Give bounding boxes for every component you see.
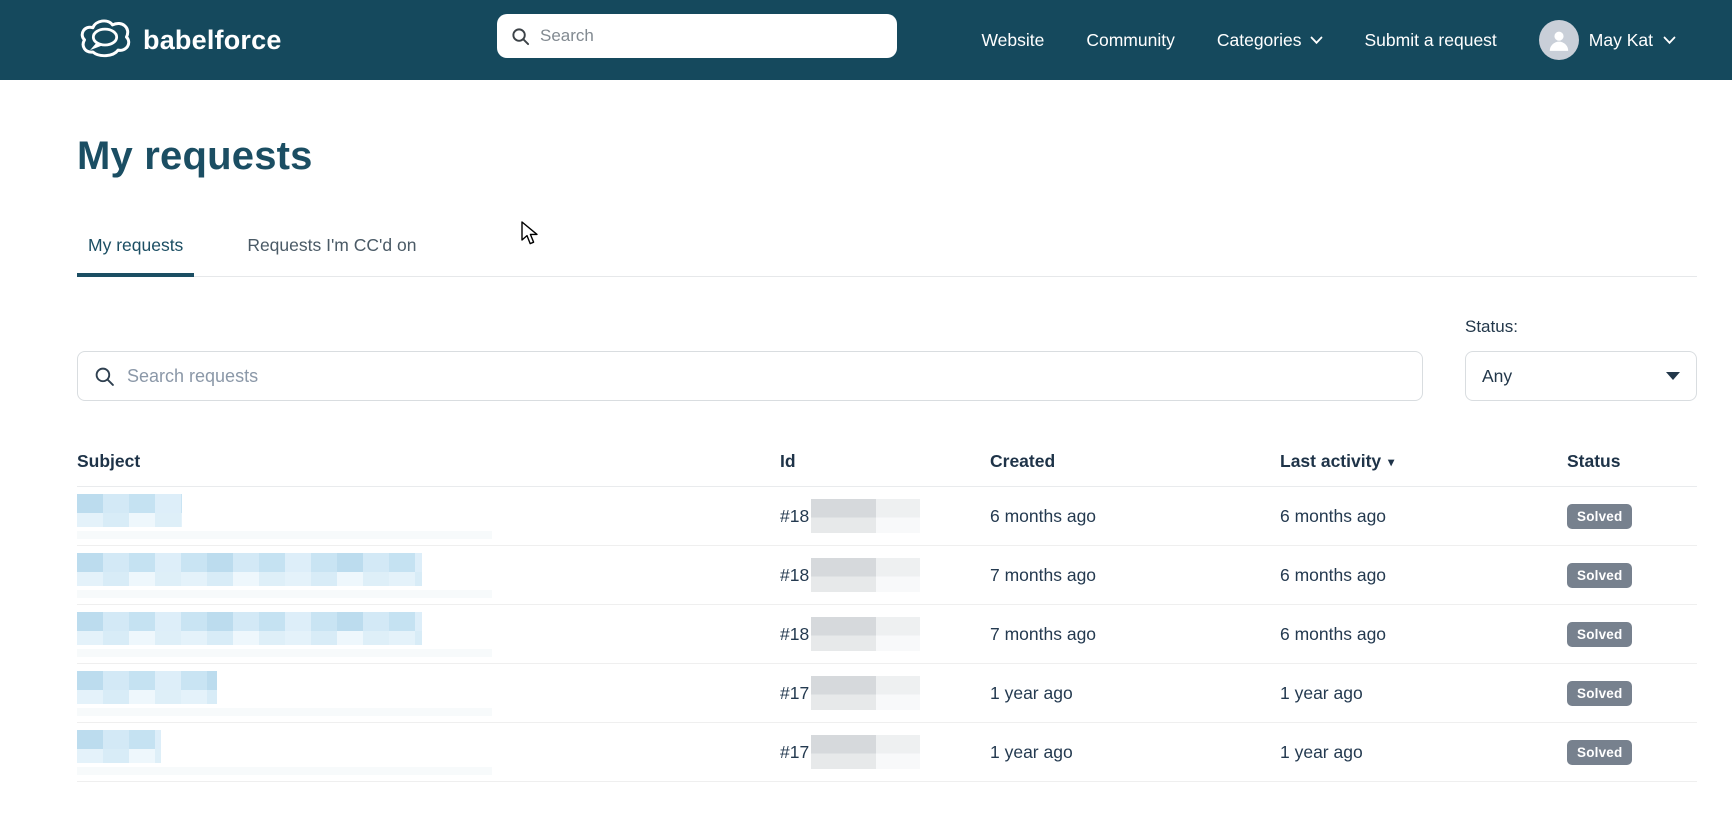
- last-activity-value: 6 months ago: [1280, 564, 1387, 585]
- status-badge: Solved: [1567, 680, 1633, 706]
- request-id: #18: [780, 558, 990, 592]
- search-requests-input[interactable]: [127, 365, 1406, 387]
- status-badge: Solved: [1567, 503, 1633, 529]
- status-filter-label: Status:: [1465, 317, 1518, 336]
- column-header-subject[interactable]: Subject: [77, 451, 780, 472]
- status-cell: Solved: [1567, 621, 1697, 647]
- column-header-status[interactable]: Status: [1567, 451, 1697, 472]
- nav-link-categories[interactable]: Categories: [1217, 30, 1323, 51]
- column-header-last-activity[interactable]: Last activity ▾: [1280, 451, 1567, 472]
- navbar-search-input[interactable]: [540, 26, 883, 46]
- brand-name: babelforce: [143, 24, 282, 55]
- status-cell: Solved: [1567, 562, 1697, 588]
- id-redacted: [811, 676, 877, 710]
- subject-redacted: [77, 670, 780, 716]
- created-value: 1 year ago: [990, 682, 1073, 703]
- tab-bar: My requests Requests I'm CC'd on: [77, 235, 1697, 277]
- table-row[interactable]: #18 7 months ago 6 months ago Solved: [77, 605, 1697, 664]
- created-value: 7 months ago: [990, 623, 1097, 644]
- brand-logo[interactable]: babelforce: [77, 0, 282, 80]
- tab-my-requests[interactable]: My requests: [77, 235, 195, 277]
- id-redacted: [811, 499, 877, 533]
- subject-redacted: [77, 611, 780, 657]
- avatar: [1538, 20, 1579, 60]
- nav-link-submit-request[interactable]: Submit a request: [1365, 30, 1497, 51]
- column-header-created[interactable]: Created: [990, 451, 1280, 472]
- subject-redacted: [77, 552, 780, 598]
- chevron-down-icon: [1310, 36, 1323, 45]
- search-requests-box[interactable]: [77, 351, 1423, 401]
- table-row[interactable]: #17 1 year ago 1 year ago Solved: [77, 664, 1697, 723]
- status-cell: Solved: [1567, 680, 1697, 706]
- sort-descending-icon: ▾: [1388, 454, 1395, 469]
- request-id: #17: [780, 735, 990, 769]
- id-redacted: [811, 558, 877, 592]
- chevron-down-icon: [1663, 36, 1676, 45]
- search-icon: [511, 27, 530, 46]
- user-name: May Kat: [1588, 29, 1653, 50]
- filter-row: Status: Any: [77, 317, 1697, 401]
- last-activity-value: 1 year ago: [1280, 682, 1363, 703]
- status-dropdown[interactable]: Any: [1465, 351, 1697, 401]
- top-navbar: babelforce Website Community Categories …: [0, 0, 1732, 80]
- table-row[interactable]: #18 7 months ago 6 months ago Solved: [77, 546, 1697, 605]
- page-title: My requests: [77, 134, 313, 178]
- id-redacted: [811, 735, 877, 769]
- created-value: 1 year ago: [990, 741, 1073, 762]
- last-activity-label: Last activity: [1280, 451, 1382, 471]
- requests-table: Subject Id Created Last activity ▾ Statu…: [77, 451, 1697, 782]
- id-redacted: [811, 617, 877, 651]
- status-cell: Solved: [1567, 503, 1697, 529]
- nav-link-community[interactable]: Community: [1086, 30, 1175, 51]
- search-icon: [94, 366, 115, 387]
- table-row[interactable]: #18 6 months ago 6 months ago Solved: [77, 487, 1697, 546]
- status-badge: Solved: [1567, 621, 1633, 647]
- tab-requests-ccd-on[interactable]: Requests I'm CC'd on: [236, 235, 427, 277]
- status-filter: Status: Any: [1465, 317, 1697, 401]
- navbar-links: Website Community Categories Submit a re…: [981, 0, 1676, 80]
- created-value: 7 months ago: [990, 564, 1097, 585]
- categories-label: Categories: [1216, 29, 1302, 50]
- dropdown-caret-icon: [1666, 372, 1680, 380]
- column-header-id[interactable]: Id: [780, 451, 990, 472]
- subject-redacted: [77, 493, 780, 539]
- last-activity-value: 1 year ago: [1280, 741, 1363, 762]
- status-dropdown-value: Any: [1482, 365, 1513, 386]
- request-id: #18: [780, 499, 990, 533]
- status-badge: Solved: [1567, 562, 1633, 588]
- last-activity-value: 6 months ago: [1280, 505, 1387, 526]
- subject-redacted: [77, 729, 780, 775]
- main-content: My requests My requests Requests I'm CC'…: [0, 134, 1732, 782]
- request-id: #18: [780, 617, 990, 651]
- created-value: 6 months ago: [990, 505, 1097, 526]
- user-menu[interactable]: May Kat: [1538, 20, 1676, 60]
- status-cell: Solved: [1567, 739, 1697, 765]
- table-header-row: Subject Id Created Last activity ▾ Statu…: [77, 451, 1697, 487]
- last-activity-value: 6 months ago: [1280, 623, 1387, 644]
- request-id: #17: [780, 676, 990, 710]
- navbar-search-box[interactable]: [497, 14, 897, 58]
- babelforce-cloud-logo-icon: [77, 17, 133, 64]
- table-row[interactable]: #17 1 year ago 1 year ago Solved: [77, 723, 1697, 782]
- status-badge: Solved: [1567, 739, 1633, 765]
- nav-link-website[interactable]: Website: [981, 30, 1044, 51]
